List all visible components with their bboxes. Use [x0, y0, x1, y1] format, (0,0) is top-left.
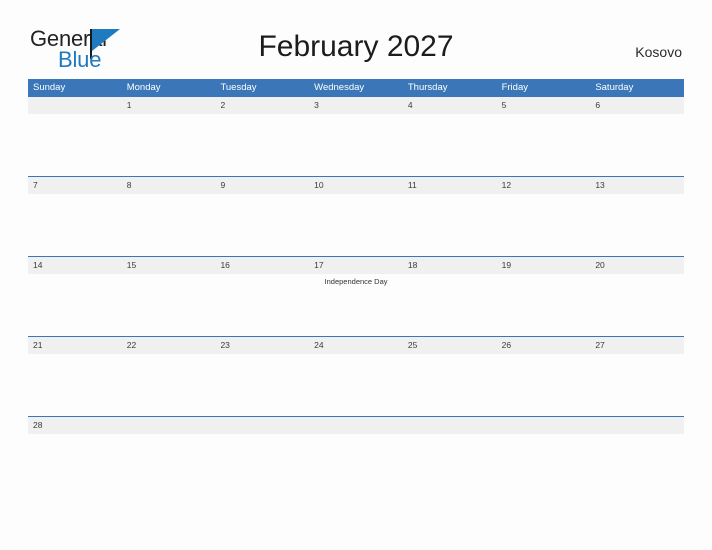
day-number-13[interactable]: 13 [590, 177, 684, 194]
day-number-empty [122, 417, 216, 434]
day-number-4[interactable]: 4 [403, 97, 497, 114]
event-label: Independence Day [324, 277, 388, 286]
week-date-band: 21 22 23 24 25 26 27 [28, 337, 684, 354]
day-cell-empty [497, 274, 591, 336]
day-number-20[interactable]: 20 [590, 257, 684, 274]
weekday-header-tuesday: Tuesday [220, 82, 257, 93]
day-cell-empty [28, 354, 122, 416]
day-number-6[interactable]: 6 [590, 97, 684, 114]
weekday-header-monday: Monday [126, 82, 161, 93]
calendar-week-row: 28 [28, 416, 684, 434]
day-cell-empty [590, 114, 684, 176]
day-cell-empty [122, 354, 216, 416]
day-number-1[interactable]: 1 [122, 97, 216, 114]
day-number-27[interactable]: 27 [590, 337, 684, 354]
day-cell-empty [403, 354, 497, 416]
day-number-2[interactable]: 2 [215, 97, 309, 114]
calendar-week-rows: 1 2 3 4 5 6 7 8 9 10 11 12 13 14 15 16 17 18 19 20 Independe… [28, 96, 684, 434]
week-event-band: Independence Day [28, 274, 684, 336]
day-cell-empty [309, 354, 403, 416]
day-cell-empty [215, 274, 309, 336]
calendar-week-row: 14 15 16 17 18 19 20 Independence Day [28, 256, 684, 336]
day-cell-empty [590, 194, 684, 256]
day-number-empty [28, 97, 122, 114]
day-cell-empty [403, 194, 497, 256]
day-cell-empty [122, 194, 216, 256]
day-number-24[interactable]: 24 [309, 337, 403, 354]
day-number-10[interactable]: 10 [309, 177, 403, 194]
day-number-9[interactable]: 9 [215, 177, 309, 194]
day-number-17[interactable]: 17 [309, 257, 403, 274]
week-event-band [28, 354, 684, 416]
day-number-empty [309, 417, 403, 434]
day-number-22[interactable]: 22 [122, 337, 216, 354]
day-cell-empty [497, 194, 591, 256]
day-number-19[interactable]: 19 [497, 257, 591, 274]
page-title: February 2027 [258, 30, 454, 63]
weekday-header-wednesday: Wednesday [314, 82, 365, 93]
week-date-band: 28 [28, 417, 684, 434]
day-cell-empty [28, 194, 122, 256]
day-cell-empty [309, 114, 403, 176]
week-event-band [28, 194, 684, 256]
day-cell-empty [497, 354, 591, 416]
weekday-header-sunday: Sunday [33, 82, 66, 93]
weekday-header-friday: Friday [501, 82, 528, 93]
day-cell-empty [122, 274, 216, 336]
day-number-12[interactable]: 12 [497, 177, 591, 194]
day-number-15[interactable]: 15 [122, 257, 216, 274]
day-cell-empty [215, 114, 309, 176]
day-cell-empty [215, 354, 309, 416]
day-cell-empty [403, 114, 497, 176]
day-cell-event[interactable]: Independence Day [309, 274, 403, 336]
day-number-26[interactable]: 26 [497, 337, 591, 354]
week-date-band: 7 8 9 10 11 12 13 [28, 177, 684, 194]
day-cell-empty [122, 114, 216, 176]
day-cell-empty [28, 274, 122, 336]
day-number-3[interactable]: 3 [309, 97, 403, 114]
day-cell-empty [403, 274, 497, 336]
day-number-25[interactable]: 25 [403, 337, 497, 354]
week-date-band: 123456 [28, 97, 684, 114]
day-number-16[interactable]: 16 [215, 257, 309, 274]
weekday-header-row: Sunday Monday Tuesday Wednesday Thursday Frid… [28, 79, 684, 96]
week-date-band: 14 15 16 17 18 19 20 [28, 257, 684, 274]
day-cell-empty [28, 114, 122, 176]
week-event-band [28, 114, 684, 176]
calendar-grid: Sunday Monday Tuesday Wednesday Thursday Frid… [28, 79, 684, 434]
day-cell-empty [590, 354, 684, 416]
calendar-week-row: 123456 [28, 96, 684, 176]
day-number-8[interactable]: 8 [122, 177, 216, 194]
day-number-empty [215, 417, 309, 434]
day-cell-empty [309, 194, 403, 256]
page-header: General Blue February 2027 Kosovo [0, 0, 712, 78]
calendar-week-row: 21 22 23 24 25 26 27 [28, 336, 684, 416]
day-number-5[interactable]: 5 [497, 97, 591, 114]
day-cell-empty [590, 274, 684, 336]
day-cell-empty [497, 114, 591, 176]
day-number-empty [403, 417, 497, 434]
day-number-7[interactable]: 7 [28, 177, 122, 194]
day-number-21[interactable]: 21 [28, 337, 122, 354]
day-number-18[interactable]: 18 [403, 257, 497, 274]
day-number-11[interactable]: 11 [403, 177, 497, 194]
country-label: Kosovo [635, 44, 682, 60]
day-number-14[interactable]: 14 [28, 257, 122, 274]
weekday-header-saturday: Saturday [595, 82, 634, 93]
day-number-empty [590, 417, 684, 434]
day-cell-empty [215, 194, 309, 256]
day-number-23[interactable]: 23 [215, 337, 309, 354]
weekday-header-thursday: Thursday [407, 82, 448, 93]
day-number-empty [497, 417, 591, 434]
day-number-28[interactable]: 28 [28, 417, 122, 434]
calendar-week-row: 7 8 9 10 11 12 13 [28, 176, 684, 256]
